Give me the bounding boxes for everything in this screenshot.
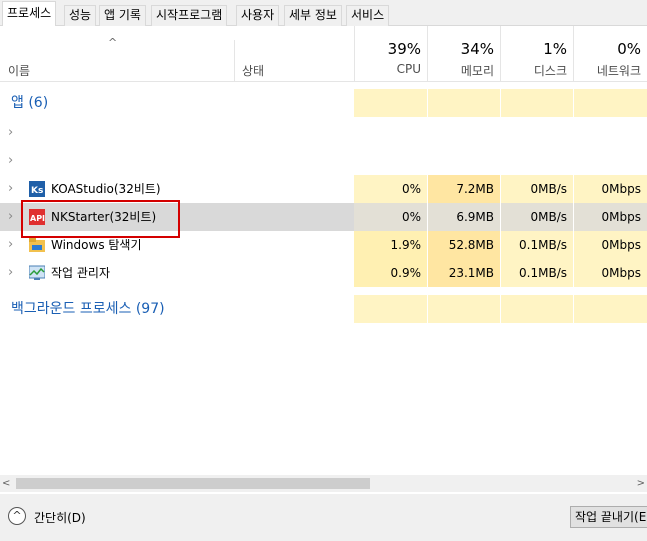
highlight-box — [21, 200, 180, 238]
task-manager-icon — [29, 265, 45, 280]
list-item[interactable]: › — [0, 147, 647, 175]
chevron-right-icon[interactable]: › — [8, 147, 13, 175]
column-memory[interactable]: 34% 메모리 — [427, 26, 500, 82]
process-network: 0Mbps — [574, 259, 647, 287]
footer-bar: ^ 간단히(D) 작업 끝내기(E) — [0, 494, 647, 541]
process-memory: 6.9MB — [428, 203, 500, 231]
process-row-koastudio[interactable]: › Ks KOAStudio(32비트) 0% 7.2MB 0MB/s 0Mbp… — [0, 175, 647, 203]
cpu-label: CPU — [396, 62, 421, 76]
process-memory: 7.2MB — [428, 175, 500, 203]
chevron-right-icon[interactable]: › — [8, 119, 13, 147]
column-name[interactable]: 이름 — [8, 62, 30, 79]
chevron-right-icon[interactable]: › — [8, 231, 13, 259]
network-label: 네트워크 — [596, 64, 641, 78]
disk-label: 디스크 — [533, 64, 567, 78]
memory-label: 메모리 — [460, 64, 494, 78]
chevron-up-circle-icon[interactable]: ^ — [8, 507, 26, 525]
end-task-button[interactable]: 작업 끝내기(E) — [570, 506, 647, 528]
tab-performance[interactable]: 성능 — [64, 5, 97, 26]
group-title-apps: 앱 (6) — [11, 95, 49, 111]
column-cpu[interactable]: 39% CPU — [354, 26, 427, 82]
cpu-total-percent: 39% — [387, 40, 421, 58]
group-title-background: 백그라운드 프로세스 (97) — [11, 301, 165, 317]
tab-startup[interactable]: 시작프로그램 — [151, 5, 228, 26]
tab-app-history[interactable]: 앱 기록 — [99, 5, 146, 26]
chevron-right-icon[interactable]: › — [8, 175, 13, 203]
column-disk[interactable]: 1% 디스크 — [500, 26, 573, 82]
process-name: KOAStudio(32비트) — [51, 182, 161, 196]
process-cpu: 0.9% — [354, 259, 427, 287]
fewer-details-link[interactable]: 간단히(D) — [34, 509, 86, 526]
process-disk: 0MB/s — [501, 175, 573, 203]
column-header: ^ 이름 상태 39% CPU 34% 메모리 1% 디스크 0% 네트워크 — [0, 26, 647, 82]
process-memory: 52.8MB — [428, 231, 500, 259]
tab-details[interactable]: 세부 정보 — [284, 5, 342, 26]
process-name: 작업 관리자 — [51, 266, 111, 280]
group-header-apps[interactable]: 앱 (6) — [0, 89, 647, 117]
process-disk: 0MB/s — [501, 203, 573, 231]
tab-bar: 프로세스 성능 앱 기록 시작프로그램 사용자 세부 정보 서비스 — [0, 0, 647, 27]
process-network: 0Mbps — [574, 231, 647, 259]
folder-icon — [29, 238, 45, 252]
tab-services[interactable]: 서비스 — [346, 5, 390, 26]
column-network[interactable]: 0% 네트워크 — [573, 26, 647, 82]
memory-total-percent: 34% — [460, 40, 494, 58]
list-item[interactable]: › — [0, 119, 647, 147]
horizontal-scrollbar[interactable]: < > — [0, 475, 647, 492]
process-memory: 23.1MB — [428, 259, 500, 287]
chevron-right-icon[interactable]: › — [8, 259, 13, 287]
process-disk: 0.1MB/s — [501, 259, 573, 287]
koastudio-app-icon: Ks — [29, 181, 45, 197]
column-status[interactable]: 상태 — [242, 62, 264, 79]
process-network: 0Mbps — [574, 203, 647, 231]
scrollbar-thumb[interactable] — [16, 478, 370, 489]
group-header-background[interactable]: 백그라운드 프로세스 (97) — [0, 295, 647, 323]
network-total-percent: 0% — [617, 40, 641, 58]
process-row-task-manager[interactable]: › 작업 관리자 0.9% 23.1MB 0.1MB/s 0Mbps — [0, 259, 647, 287]
process-cpu: 1.9% — [354, 231, 427, 259]
process-disk: 0.1MB/s — [501, 231, 573, 259]
svg-text:Ks: Ks — [31, 186, 43, 196]
chevron-right-icon[interactable]: › — [8, 203, 13, 231]
scroll-right-icon[interactable]: > — [637, 475, 645, 492]
sort-ascending-icon: ^ — [108, 36, 118, 49]
process-cpu: 0% — [354, 175, 427, 203]
disk-total-percent: 1% — [543, 40, 567, 58]
process-cpu: 0% — [354, 203, 427, 231]
scroll-left-icon[interactable]: < — [2, 475, 10, 492]
tab-users[interactable]: 사용자 — [236, 5, 280, 26]
tab-processes[interactable]: 프로세스 — [2, 1, 57, 27]
process-network: 0Mbps — [574, 175, 647, 203]
